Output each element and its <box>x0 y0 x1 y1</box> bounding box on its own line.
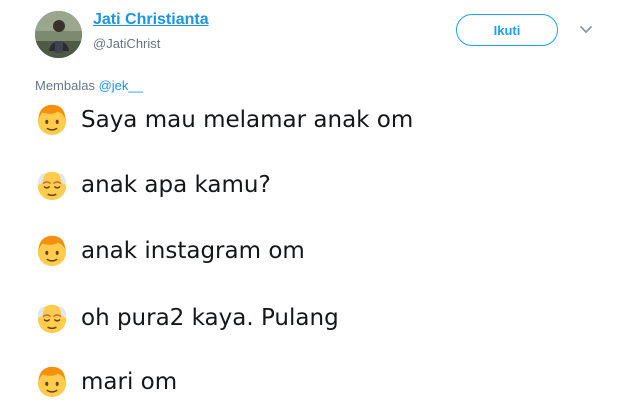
boy-emoji-icon <box>35 103 69 137</box>
tweet-line-text: anak instagram om <box>81 238 305 264</box>
tweet-line-text: mari om <box>81 369 178 395</box>
tweet-line: anak apa kamu? <box>35 168 271 202</box>
author-handle: @JatiChrist <box>93 36 161 51</box>
reply-context: Membalas @jek__ <box>35 78 143 93</box>
boy-emoji-icon <box>35 365 69 399</box>
old-man-emoji-icon <box>35 168 69 202</box>
author-name[interactable]: Jati Christianta <box>93 11 209 29</box>
tweet-line-text: Saya mau melamar anak om <box>81 107 414 133</box>
reply-mention-link[interactable]: @jek__ <box>99 78 143 93</box>
follow-button[interactable]: Ikuti <box>456 14 558 46</box>
tweet-line: anak instagram om <box>35 234 305 268</box>
chevron-down-icon[interactable] <box>578 24 594 36</box>
tweet-line: mari om <box>35 365 177 399</box>
tweet-line-text: oh pura2 kaya. Pulang <box>81 305 339 331</box>
boy-emoji-icon <box>35 234 69 268</box>
tweet-line-text: anak apa kamu? <box>81 172 271 198</box>
tweet-line: oh pura2 kaya. Pulang <box>35 301 339 335</box>
avatar-photo-icon <box>35 11 82 58</box>
reply-prefix: Membalas <box>35 78 95 93</box>
avatar[interactable] <box>35 11 82 58</box>
old-man-emoji-icon <box>35 301 69 335</box>
tweet-line: Saya mau melamar anak om <box>35 103 413 137</box>
